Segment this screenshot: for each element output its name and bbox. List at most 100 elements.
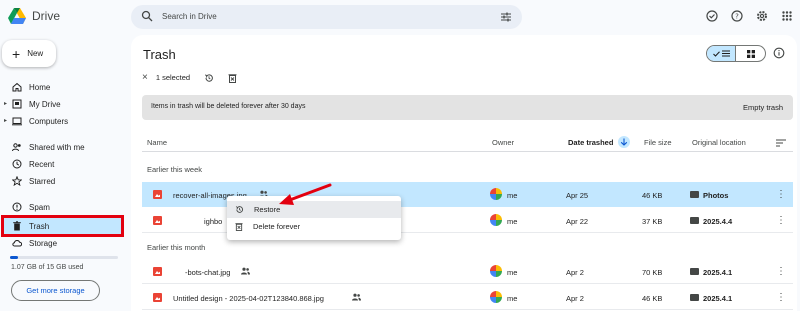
star-icon xyxy=(12,176,22,186)
shared-people-icon xyxy=(241,267,250,275)
top-bar: Drive Search in Drive ? xyxy=(0,0,800,34)
column-header-original-location[interactable]: Original location xyxy=(692,138,746,147)
sidebar-item-spam[interactable]: Spam xyxy=(0,199,122,215)
sidebar-item-recent[interactable]: Recent xyxy=(0,156,122,172)
table-row[interactable]: -bots-chat.jpg me Apr 2 70 KB 2025.4.1 ⋮ xyxy=(142,259,793,284)
shared-people-icon xyxy=(12,143,21,152)
search-bar[interactable]: Search in Drive xyxy=(131,5,522,29)
sidebar-item-my-drive[interactable]: ▸ My Drive xyxy=(0,96,122,112)
column-header-row: Name Owner Date trashed File size Origin… xyxy=(142,134,793,152)
owner-avatar xyxy=(490,188,502,200)
image-file-icon xyxy=(153,190,162,199)
restore-label: Restore xyxy=(254,205,281,214)
image-file-icon xyxy=(153,216,162,225)
help-icon[interactable]: ? xyxy=(730,9,744,23)
info-icon[interactable] xyxy=(773,47,785,59)
restore-menu-item[interactable]: Restore xyxy=(227,201,401,218)
selection-count: 1 selected xyxy=(155,73,191,82)
delete-forever-menu-item[interactable]: Delete forever xyxy=(227,218,401,235)
delete-forever-icon[interactable] xyxy=(228,73,237,83)
checkmark-icon xyxy=(712,50,720,57)
search-input[interactable]: Search in Drive xyxy=(162,12,217,21)
folder-icon xyxy=(690,217,699,224)
sidebar-item-storage[interactable]: Storage xyxy=(0,235,122,251)
column-header-file-size[interactable]: File size xyxy=(644,138,672,147)
expand-caret-icon[interactable]: ▸ xyxy=(4,117,7,124)
search-icon[interactable] xyxy=(141,10,153,22)
more-actions-icon[interactable]: ⋮ xyxy=(776,215,786,226)
owner-name: me xyxy=(507,217,518,226)
list-view-icon xyxy=(721,50,730,57)
storage-usage-fill xyxy=(10,256,18,259)
expand-caret-icon[interactable]: ▸ xyxy=(4,100,7,107)
owner-avatar xyxy=(490,214,502,226)
apps-grid-icon[interactable] xyxy=(780,9,794,23)
folder-icon xyxy=(690,268,699,275)
group-header-week: Earlier this week xyxy=(147,165,203,174)
file-name: Untitled design - 2025-04-02T123840.868.… xyxy=(173,294,324,303)
column-header-owner[interactable]: Owner xyxy=(492,138,514,147)
computer-icon xyxy=(12,117,22,126)
more-actions-icon[interactable]: ⋮ xyxy=(776,266,786,277)
offline-status-icon[interactable] xyxy=(705,9,719,23)
restore-history-icon[interactable] xyxy=(204,73,214,83)
folder-icon xyxy=(690,294,699,301)
new-button[interactable]: + New xyxy=(2,40,56,67)
search-options-icon[interactable] xyxy=(500,11,512,23)
cloud-icon xyxy=(12,239,22,247)
clock-icon xyxy=(12,159,22,169)
original-location-link[interactable]: 2025.4.1 xyxy=(703,268,732,277)
more-actions-icon[interactable]: ⋮ xyxy=(776,292,786,303)
sort-options-icon[interactable] xyxy=(776,139,786,147)
shared-people-icon xyxy=(352,293,361,301)
group-header-month: Earlier this month xyxy=(147,243,206,252)
owner-avatar xyxy=(490,291,502,303)
sidebar-item-starred[interactable]: Starred xyxy=(0,173,122,189)
sidebar-item-shared-with-me[interactable]: Shared with me xyxy=(0,139,122,155)
banner-text: Items in trash will be deleted forever a… xyxy=(151,103,306,110)
delete-forever-icon xyxy=(235,223,243,231)
table-row[interactable]: Untitled design - 2025-04-02T123840.868.… xyxy=(142,285,793,310)
sidebar-item-computers[interactable]: ▸ Computers xyxy=(0,113,122,129)
sidebar-item-label: Storage xyxy=(29,239,58,248)
column-header-name[interactable]: Name xyxy=(147,138,167,147)
sidebar-item-home[interactable]: Home xyxy=(0,79,122,95)
column-header-date-trashed[interactable]: Date trashed xyxy=(568,138,613,147)
sidebar-item-label: Shared with me xyxy=(29,143,85,152)
date-trashed: Apr 2 xyxy=(566,268,584,277)
owner-name: me xyxy=(507,191,518,200)
sort-arrow-down-icon[interactable] xyxy=(618,136,630,148)
grid-view-button[interactable] xyxy=(736,46,765,61)
owner-name: me xyxy=(507,294,518,303)
list-view-button[interactable] xyxy=(707,46,737,61)
image-file-icon xyxy=(153,293,162,302)
grid-view-icon xyxy=(746,49,755,58)
delete-forever-label: Delete forever xyxy=(253,222,301,231)
original-location-link[interactable]: 2025.4.1 xyxy=(703,294,732,303)
file-size: 70 KB xyxy=(642,268,663,277)
folder-icon xyxy=(690,191,699,198)
clear-selection-close-icon[interactable]: × xyxy=(142,72,148,83)
new-button-label: New xyxy=(27,49,44,58)
my-drive-icon xyxy=(12,99,22,109)
file-size: 37 KB xyxy=(642,217,663,226)
file-size: 46 KB xyxy=(642,294,663,303)
date-trashed: Apr 2 xyxy=(566,294,584,303)
drive-logo[interactable]: Drive xyxy=(8,8,60,24)
drive-logo-icon xyxy=(8,8,26,24)
trash-info-banner: Items in trash will be deleted forever a… xyxy=(142,95,793,120)
page-title: Trash xyxy=(143,47,176,62)
restore-history-icon xyxy=(235,206,243,213)
empty-trash-button[interactable]: Empty trash xyxy=(743,103,783,112)
more-actions-icon[interactable]: ⋮ xyxy=(776,189,786,200)
sidebar-item-label: Starred xyxy=(29,177,56,186)
view-toggle[interactable] xyxy=(706,45,766,62)
main-panel: Trash × 1 selected Items in trash will b… xyxy=(131,35,797,311)
get-more-storage-button[interactable]: Get more storage xyxy=(11,280,100,301)
app-title: Drive xyxy=(32,9,61,23)
sidebar-item-label: Spam xyxy=(29,203,50,212)
original-location-link[interactable]: 2025.4.4 xyxy=(703,217,732,226)
original-location-link[interactable]: Photos xyxy=(703,191,728,200)
settings-gear-icon[interactable] xyxy=(755,9,769,23)
storage-usage-text: 1.07 GB of 15 GB used xyxy=(11,264,84,271)
